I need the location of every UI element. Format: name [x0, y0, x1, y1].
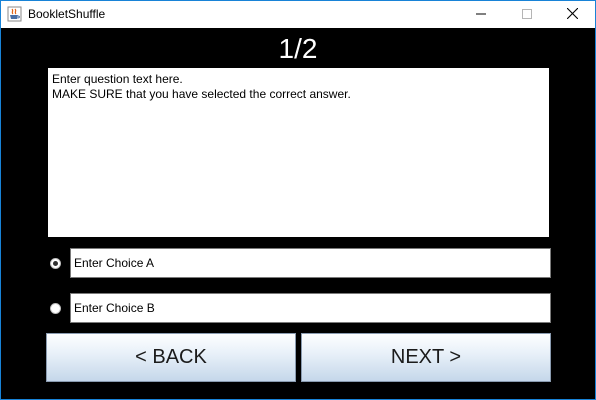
maximize-button[interactable] — [504, 1, 550, 28]
minimize-button[interactable] — [458, 1, 504, 28]
choice-a-radio[interactable] — [50, 258, 61, 269]
choice-b-field[interactable]: Enter Choice B — [70, 293, 551, 323]
close-button[interactable] — [549, 1, 595, 28]
minimize-icon — [476, 6, 486, 24]
title-bar[interactable]: BookletShuffle — [1, 1, 595, 28]
next-button[interactable]: NEXT > — [301, 333, 551, 382]
back-button[interactable]: < BACK — [46, 333, 296, 382]
close-icon — [566, 6, 578, 24]
choice-a-field[interactable]: Enter Choice A — [70, 248, 551, 278]
question-counter: 1/2 — [278, 33, 318, 64]
question-text-area[interactable]: Enter question text here. MAKE SURE that… — [48, 68, 549, 237]
maximize-icon — [522, 6, 532, 24]
app-window: BookletShuffle 1/2 Enter question text h… — [0, 0, 596, 400]
java-cup-icon — [7, 6, 22, 22]
window-title: BookletShuffle — [28, 7, 106, 21]
choice-b-radio[interactable] — [50, 303, 61, 314]
